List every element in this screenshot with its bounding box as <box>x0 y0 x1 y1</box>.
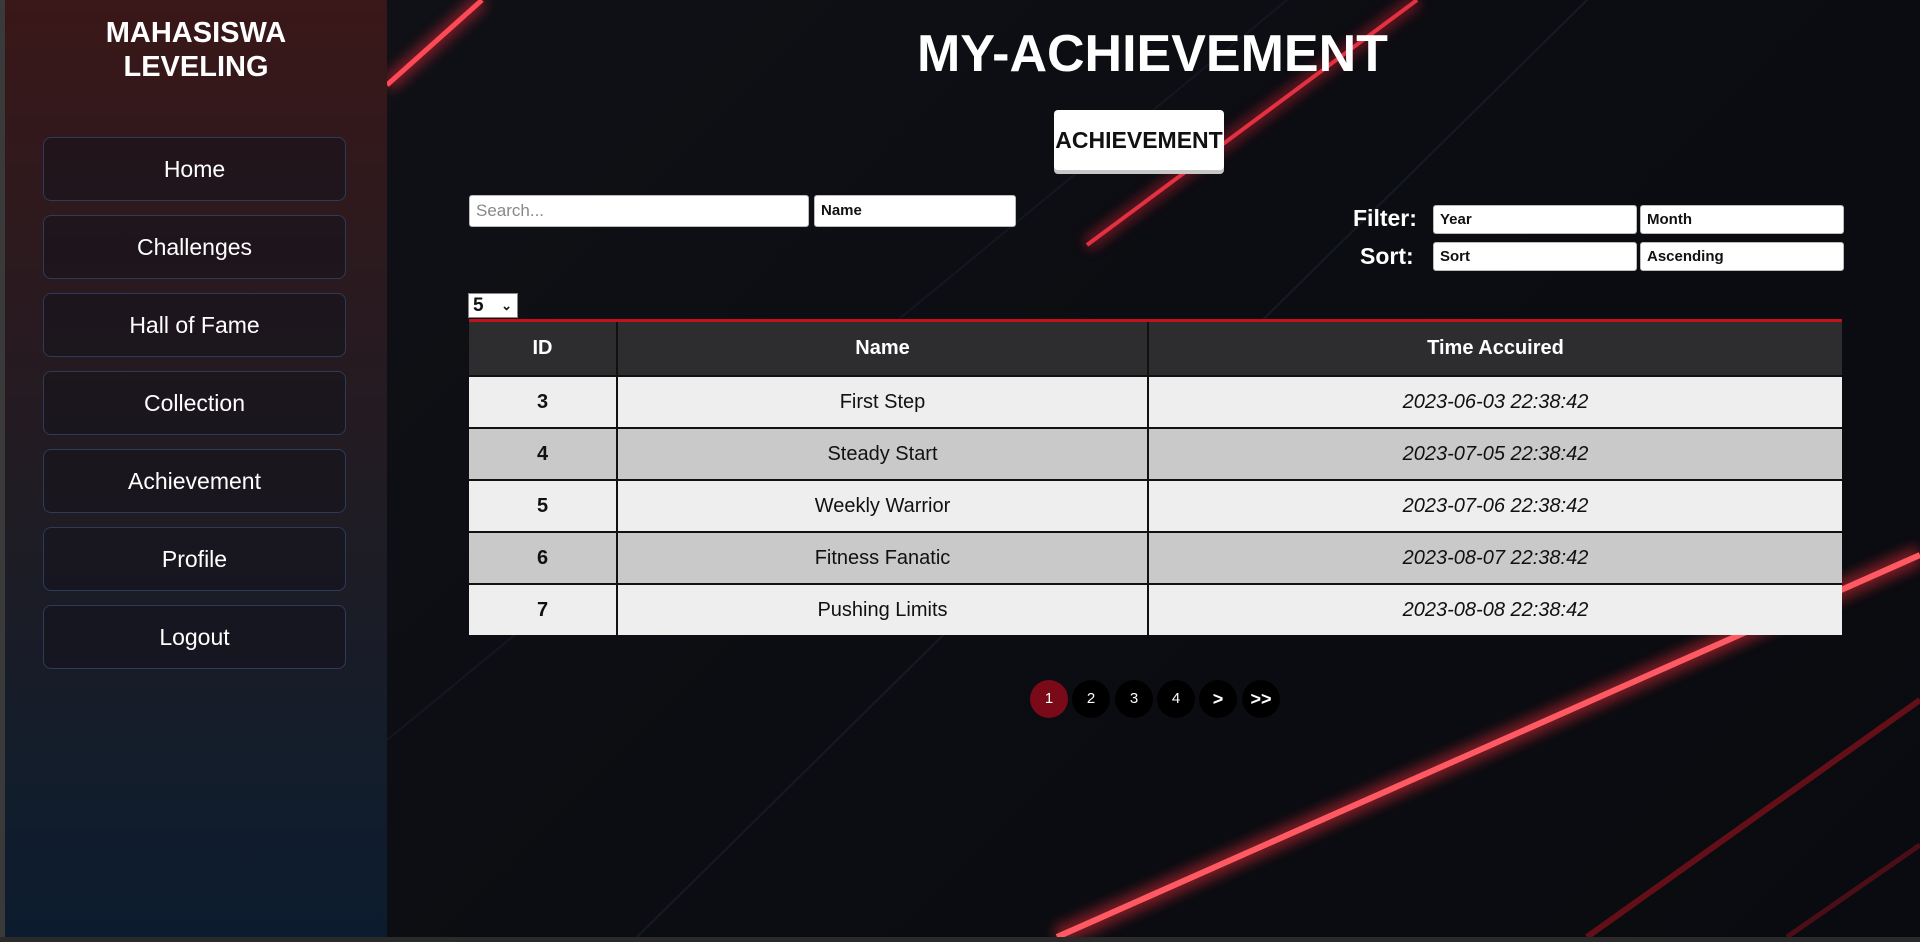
cell-time: 2023-08-08 22:38:42 <box>1148 583 1842 635</box>
nav-hall-of-fame-button[interactable]: Hall of Fame <box>43 293 346 357</box>
search-field-select[interactable]: Name <box>814 195 1016 227</box>
page-title: MY-ACHIEVEMENT <box>917 25 1388 83</box>
column-header-time[interactable]: Time Accuired <box>1148 322 1842 376</box>
app-window: MAHASISWA LEVELING Home Challenges Hall … <box>5 0 1920 937</box>
table-row: 4 Steady Start 2023-07-05 22:38:42 <box>469 427 1842 480</box>
main-content: MY-ACHIEVEMENT ACHIEVEMENT Search... Nam… <box>387 0 1920 937</box>
table-row: 3 First Step 2023-06-03 22:38:42 <box>469 375 1842 428</box>
cell-time: 2023-07-06 22:38:42 <box>1148 479 1842 532</box>
cell-id: 7 <box>469 583 618 635</box>
page-1-button[interactable]: 1 <box>1030 680 1068 718</box>
page-3-button[interactable]: 3 <box>1115 680 1153 718</box>
achievement-table: ID Name Time Accuired 3 First Step 2023-… <box>469 319 1842 635</box>
page-2-button[interactable]: 2 <box>1072 680 1110 718</box>
cell-name: First Step <box>617 375 1149 428</box>
table-row: 7 Pushing Limits 2023-08-08 22:38:42 <box>469 583 1842 635</box>
cell-id: 3 <box>469 375 618 428</box>
window-bottom-edge <box>0 937 1920 942</box>
cell-time: 2023-08-07 22:38:42 <box>1148 531 1842 584</box>
cell-id: 5 <box>469 479 618 532</box>
cell-id: 4 <box>469 427 618 480</box>
year-filter-select[interactable]: Year <box>1433 205 1637 234</box>
filter-label: Filter: <box>1353 205 1417 231</box>
cell-id: 6 <box>469 531 618 584</box>
achievement-tab-button[interactable]: ACHIEVEMENT <box>1054 110 1224 170</box>
page-4-button[interactable]: 4 <box>1157 680 1195 718</box>
sort-label: Sort: <box>1360 243 1414 269</box>
column-header-id[interactable]: ID <box>469 322 618 376</box>
nav-achievement-button[interactable]: Achievement <box>43 449 346 513</box>
cell-name: Fitness Fanatic <box>617 531 1149 584</box>
cell-name: Steady Start <box>617 427 1149 480</box>
brand-line-1: MAHASISWA <box>105 17 287 49</box>
month-filter-select[interactable]: Month <box>1640 205 1844 234</box>
cell-time: 2023-07-05 22:38:42 <box>1148 427 1842 480</box>
page-title-wrap: MY-ACHIEVEMENT <box>917 24 1388 84</box>
window-edge <box>0 0 5 942</box>
search-input[interactable]: Search... <box>469 195 809 227</box>
cell-name: Pushing Limits <box>617 583 1149 635</box>
sort-order-select[interactable]: Ascending <box>1640 242 1844 271</box>
cell-time: 2023-06-03 22:38:42 <box>1148 375 1842 428</box>
nav-home-button[interactable]: Home <box>43 137 346 201</box>
nav-logout-button[interactable]: Logout <box>43 605 346 669</box>
column-header-name[interactable]: Name <box>617 322 1149 376</box>
brand-logo: MAHASISWA LEVELING <box>5 16 387 84</box>
page-size-value: 5 <box>473 295 484 316</box>
table-row: 6 Fitness Fanatic 2023-08-07 22:38:42 <box>469 531 1842 584</box>
chevron-down-icon: ⌄ <box>501 298 512 313</box>
table-header-row: ID Name Time Accuired <box>469 322 1842 376</box>
page-size-select[interactable]: 5 ⌄ <box>468 293 518 318</box>
cell-name: Weekly Warrior <box>617 479 1149 532</box>
sort-field-select[interactable]: Sort <box>1433 242 1637 271</box>
last-page-button[interactable]: >> <box>1242 680 1280 718</box>
brand-line-2: LEVELING <box>123 51 269 83</box>
nav-collection-button[interactable]: Collection <box>43 371 346 435</box>
nav-challenges-button[interactable]: Challenges <box>43 215 346 279</box>
sidebar: MAHASISWA LEVELING Home Challenges Hall … <box>5 0 387 937</box>
nav-profile-button[interactable]: Profile <box>43 527 346 591</box>
table-row: 5 Weekly Warrior 2023-07-06 22:38:42 <box>469 479 1842 532</box>
next-page-button[interactable]: > <box>1199 680 1237 718</box>
